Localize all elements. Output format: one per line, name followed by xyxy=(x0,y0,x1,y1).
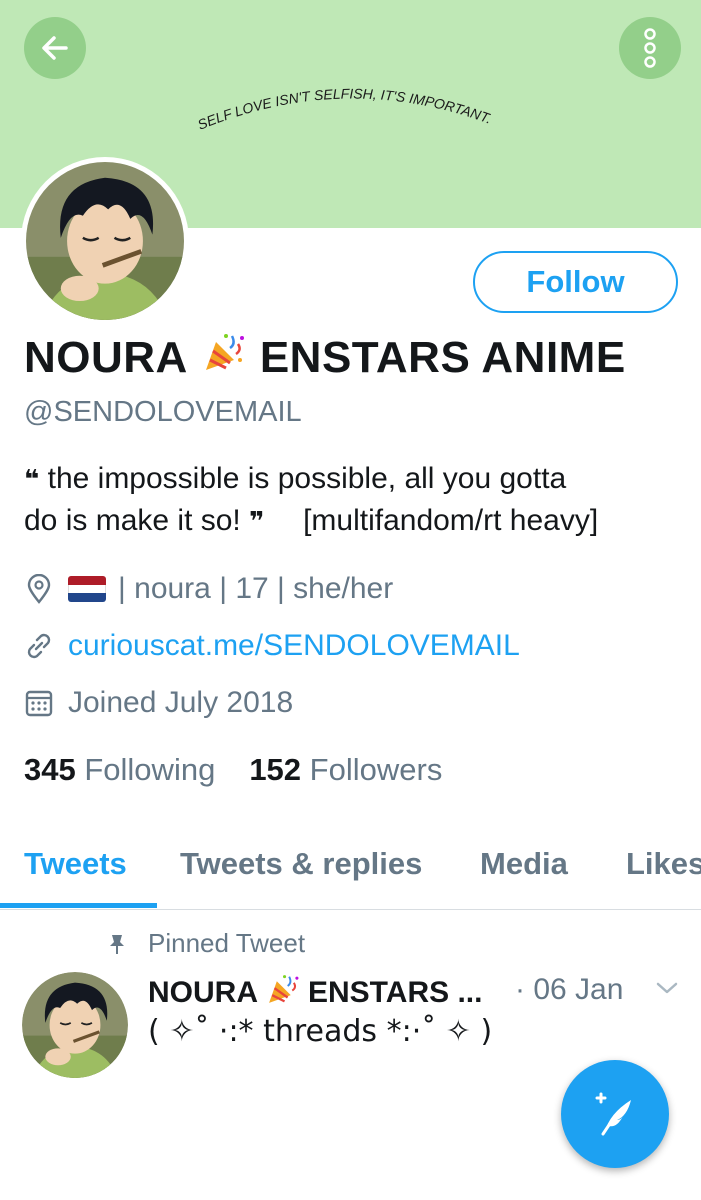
followers-label: Followers xyxy=(309,752,443,787)
more-options-button[interactable] xyxy=(619,17,681,79)
profile-display-name: NOURA ENSTARS ANIME xyxy=(24,330,626,385)
tweet-header: NOURA ENSTARS ... xyxy=(148,972,482,1014)
profile-location: | noura | 17 | she/her xyxy=(24,572,393,606)
bio-text-1: the impossible is possible, all you gott… xyxy=(47,462,567,495)
following-stat[interactable]: 345 Following xyxy=(24,752,215,788)
tweet-date[interactable]: · 06 Jan xyxy=(515,973,623,1007)
tab-media[interactable]: Media xyxy=(480,846,568,882)
profile-joined-date: Joined July 2018 xyxy=(24,686,293,720)
bio-text-2b: [multifandom/rt heavy] xyxy=(303,504,599,537)
tweet-author-avatar[interactable] xyxy=(22,972,128,1078)
more-vertical-icon xyxy=(644,28,656,68)
open-quote: ❝ xyxy=(24,464,40,494)
bio-line-2: do is make it so! ❞ [multifandom/rt heav… xyxy=(24,500,684,542)
calendar-icon xyxy=(24,688,54,718)
website-link[interactable]: curiouscat.me/SENDOLOVEMAIL xyxy=(68,629,520,663)
tweet-text: ( ✧˚ ·:* threads *:·˚ ✧ ) xyxy=(148,1014,493,1049)
location-pin-icon xyxy=(24,574,54,604)
compose-tweet-button[interactable] xyxy=(561,1060,669,1168)
profile-stats: 345 Following 152 Followers xyxy=(24,752,476,788)
arrow-left-icon xyxy=(42,36,68,60)
joined-text: Joined July 2018 xyxy=(68,686,294,719)
profile-avatar[interactable] xyxy=(21,157,189,325)
display-name-first: NOURA xyxy=(24,332,188,382)
tab-tweets[interactable]: Tweets xyxy=(24,846,127,882)
following-label: Following xyxy=(84,752,216,787)
followers-count: 152 xyxy=(249,752,302,787)
profile-website: curiouscat.me/SENDOLOVEMAIL xyxy=(24,629,520,663)
tweet-author-name[interactable]: NOURA ENSTARS ... xyxy=(148,972,482,1014)
bio-line-1: ❝ the impossible is possible, all you go… xyxy=(24,458,684,500)
party-popper-icon xyxy=(202,330,246,385)
pinned-tweet-label: Pinned Tweet xyxy=(106,928,305,959)
following-count: 345 xyxy=(24,752,76,787)
tab-likes[interactable]: Likes xyxy=(626,846,701,882)
profile-handle: @SENDOLOVEMAIL xyxy=(24,396,302,428)
avatar-image xyxy=(22,972,128,1078)
location-text: | noura | 17 | she/her xyxy=(118,572,394,605)
profile-tabs: Tweets Tweets & replies Media Likes xyxy=(0,838,701,910)
tweet-author-first: NOURA xyxy=(148,976,258,1009)
chevron-down-icon[interactable] xyxy=(654,977,680,999)
tab-tweets-and-replies[interactable]: Tweets & replies xyxy=(180,846,422,882)
compose-feather-icon xyxy=(595,1092,631,1136)
pin-icon xyxy=(110,934,124,954)
pinned-label-text: Pinned Tweet xyxy=(148,928,306,958)
svg-text:SELF LOVE ISN'T SELFISH, IT'S: SELF LOVE ISN'T SELFISH, IT'S IMPORTANT. xyxy=(195,85,494,132)
active-tab-indicator xyxy=(0,903,157,908)
follow-button[interactable]: Follow xyxy=(473,251,678,313)
avatar-image xyxy=(26,162,184,320)
close-quote: ❞ xyxy=(249,506,265,536)
back-button[interactable] xyxy=(24,17,86,79)
party-popper-icon xyxy=(266,972,300,1014)
followers-stat[interactable]: 152 Followers xyxy=(249,752,442,788)
netherlands-flag-icon xyxy=(68,576,106,602)
tweet-author-second: ENSTARS ... xyxy=(308,976,483,1009)
link-icon xyxy=(24,631,54,661)
display-name-second: ENSTARS ANIME xyxy=(259,332,626,382)
profile-bio: ❝ the impossible is possible, all you go… xyxy=(24,458,684,542)
bio-text-2a: do is make it so! xyxy=(24,504,241,537)
